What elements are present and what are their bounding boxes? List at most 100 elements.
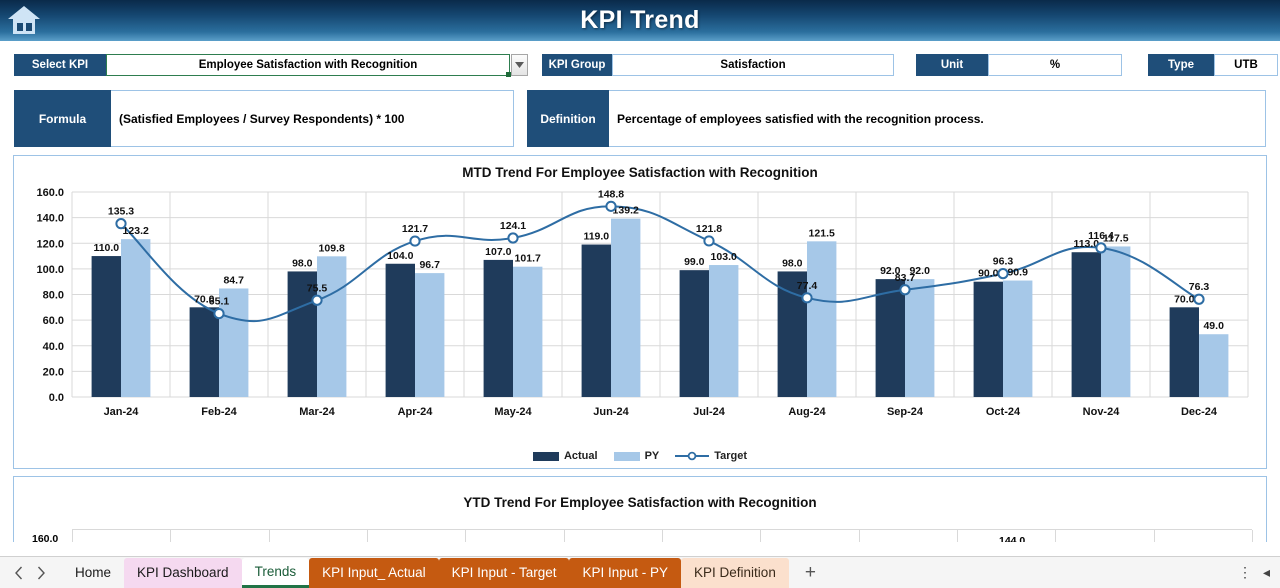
tabbar-right-controls: ⋮ ◂: [1238, 564, 1280, 581]
bar-actual: [189, 307, 219, 397]
kpi-meta-row: Formula (Satisfied Employees / Survey Re…: [0, 81, 1280, 147]
legend-swatch-actual: [532, 451, 559, 461]
bar-py: [709, 265, 739, 397]
more-options-icon[interactable]: ⋮: [1238, 564, 1253, 581]
formula-label: Formula: [14, 90, 111, 147]
x-axis-tick-label: Sep-24: [887, 406, 924, 418]
data-label-target: 148.8: [598, 188, 624, 200]
marker-target: [899, 284, 911, 296]
ytd-gridline: [465, 530, 467, 542]
sheet-nav-arrows: [6, 566, 62, 580]
marker-target: [801, 292, 813, 304]
definition-value: Percentage of employees satisfied with t…: [609, 90, 1266, 147]
data-label-py: 109.8: [319, 242, 345, 254]
sheet-tab-kpi-input-target[interactable]: KPI Input - Target: [438, 557, 570, 588]
y-axis-tick-label: 80.0: [43, 290, 64, 302]
kpi-group-label: KPI Group: [542, 54, 612, 76]
select-kpi-control: Select KPI Employee Satisfaction with Re…: [14, 54, 528, 77]
data-label-py: 103.0: [711, 251, 737, 263]
legend-label-target: Target: [714, 450, 748, 462]
marker-target: [213, 307, 225, 320]
legend-label-py: PY: [644, 450, 660, 462]
y-axis-tick-label: 120.0: [36, 238, 64, 250]
data-label-py: 101.7: [515, 253, 541, 265]
ytd-gridlines: [72, 529, 1253, 542]
x-axis-tick-label: Feb-24: [201, 406, 237, 418]
ytd-gridline: [367, 530, 368, 542]
definition-label: Definition: [527, 90, 609, 147]
ytd-gridline: [858, 530, 860, 542]
legend-item-actual: Actual: [532, 450, 598, 462]
unit-control: Unit %: [894, 54, 1122, 76]
type-label: Type: [1148, 54, 1214, 76]
bar-actual: [385, 263, 415, 397]
mtd-chart-svg: 0.0 20.0 40.0 60.0 80.0 100.0 120.0 140.0 160.0 1…: [36, 187, 1249, 418]
x-axis-tick-label: Jul-24: [693, 406, 726, 418]
kpi-group-control: KPI Group Satisfaction: [528, 54, 894, 76]
bar-py: [905, 279, 935, 397]
data-label-target: 135.3: [108, 206, 134, 218]
ytd-gridline: [563, 530, 565, 542]
data-label-target: 124.1: [500, 220, 526, 232]
chevron-right-icon[interactable]: [37, 566, 46, 580]
data-label-py: 123.2: [123, 225, 149, 237]
ytd-gridline: [1055, 530, 1057, 542]
y-axis-tick-label: 20.0: [43, 366, 64, 378]
x-axis-tick-label: Oct-24: [986, 406, 1021, 418]
scroll-handle-icon[interactable]: ◂: [1263, 564, 1270, 581]
sheet-tab-home[interactable]: Home: [62, 558, 124, 588]
x-axis-tick-label: May-24: [494, 406, 532, 418]
marker-target: [115, 218, 127, 230]
y-axis-tick-label: 0.0: [49, 392, 64, 404]
home-icon[interactable]: [6, 2, 42, 38]
data-label-actual: 99.0: [684, 256, 705, 268]
marker-target: [605, 200, 617, 212]
data-label-py: 90.9: [1007, 267, 1028, 279]
sheet-tab-kpi-input-actual[interactable]: KPI Input_ Actual: [309, 557, 439, 588]
mtd-plot-area: 0.0 20.0 40.0 60.0 80.0 100.0 120.0 140.0 160.0 1…: [14, 180, 1266, 440]
bar-actual: [581, 244, 611, 397]
bar-actual: [875, 279, 905, 397]
app-title-bar: KPI Trend: [0, 0, 1280, 41]
plus-icon[interactable]: +: [789, 562, 832, 584]
unit-value: %: [988, 54, 1122, 76]
ytd-chart-panel: YTD Trend For Employee Satisfaction with…: [13, 476, 1267, 542]
x-axis-tick-label: Nov-24: [1083, 406, 1121, 418]
data-label-py: 96.7: [419, 259, 440, 271]
select-kpi-value[interactable]: Employee Satisfaction with Recognition: [106, 54, 511, 77]
chevron-left-icon[interactable]: [14, 566, 23, 580]
ytd-gridline: [1153, 530, 1155, 542]
page-title: KPI Trend: [580, 6, 700, 34]
y-axis-tick-label: 160.0: [36, 187, 64, 199]
x-axis-tick-label: Apr-24: [398, 406, 434, 418]
ytd-gridline: [760, 530, 762, 542]
sheet-tab-kpi-definition[interactable]: KPI Definition: [681, 557, 789, 588]
marker-target: [703, 235, 715, 247]
unit-label: Unit: [916, 54, 988, 76]
legend-label-actual: Actual: [563, 450, 598, 462]
legend-item-target: Target: [675, 450, 747, 462]
y-axis-tick-label: 40.0: [43, 341, 64, 353]
legend-swatch-py: [613, 451, 640, 461]
sheet-tabs: Home KPI Dashboard Trends KPI Input_ Actual…: [62, 557, 789, 588]
x-axis-tick-label: Jun-24: [593, 406, 629, 418]
data-label-actual: 70.0: [1174, 293, 1195, 305]
data-label-target: 65.1: [209, 296, 230, 308]
mtd-chart-panel: MTD Trend For Employee Satisfaction with…: [13, 155, 1267, 469]
sheet-tab-kpi-input-py[interactable]: KPI Input - PY: [569, 557, 682, 588]
data-label-py: 49.0: [1203, 320, 1224, 332]
sheet-tab-bar: Home KPI Dashboard Trends KPI Input_ Actual…: [0, 556, 1280, 588]
bar-py: [317, 256, 347, 397]
chevron-down-icon[interactable]: [511, 54, 528, 76]
bar-py: [1003, 280, 1033, 397]
kpi-group-value: Satisfaction: [612, 54, 894, 76]
type-value: UTB: [1214, 54, 1278, 76]
sheet-tab-trends[interactable]: Trends: [241, 557, 310, 588]
ytd-gridline: [268, 530, 270, 542]
data-label-target: 76.3: [1189, 281, 1210, 293]
bar-py: [611, 218, 641, 397]
data-label-actual: 110.0: [93, 242, 119, 254]
data-label-target: 83.7: [895, 272, 916, 284]
sheet-tab-kpi-dashboard[interactable]: KPI Dashboard: [124, 557, 242, 588]
legend-item-py: PY: [613, 450, 660, 462]
